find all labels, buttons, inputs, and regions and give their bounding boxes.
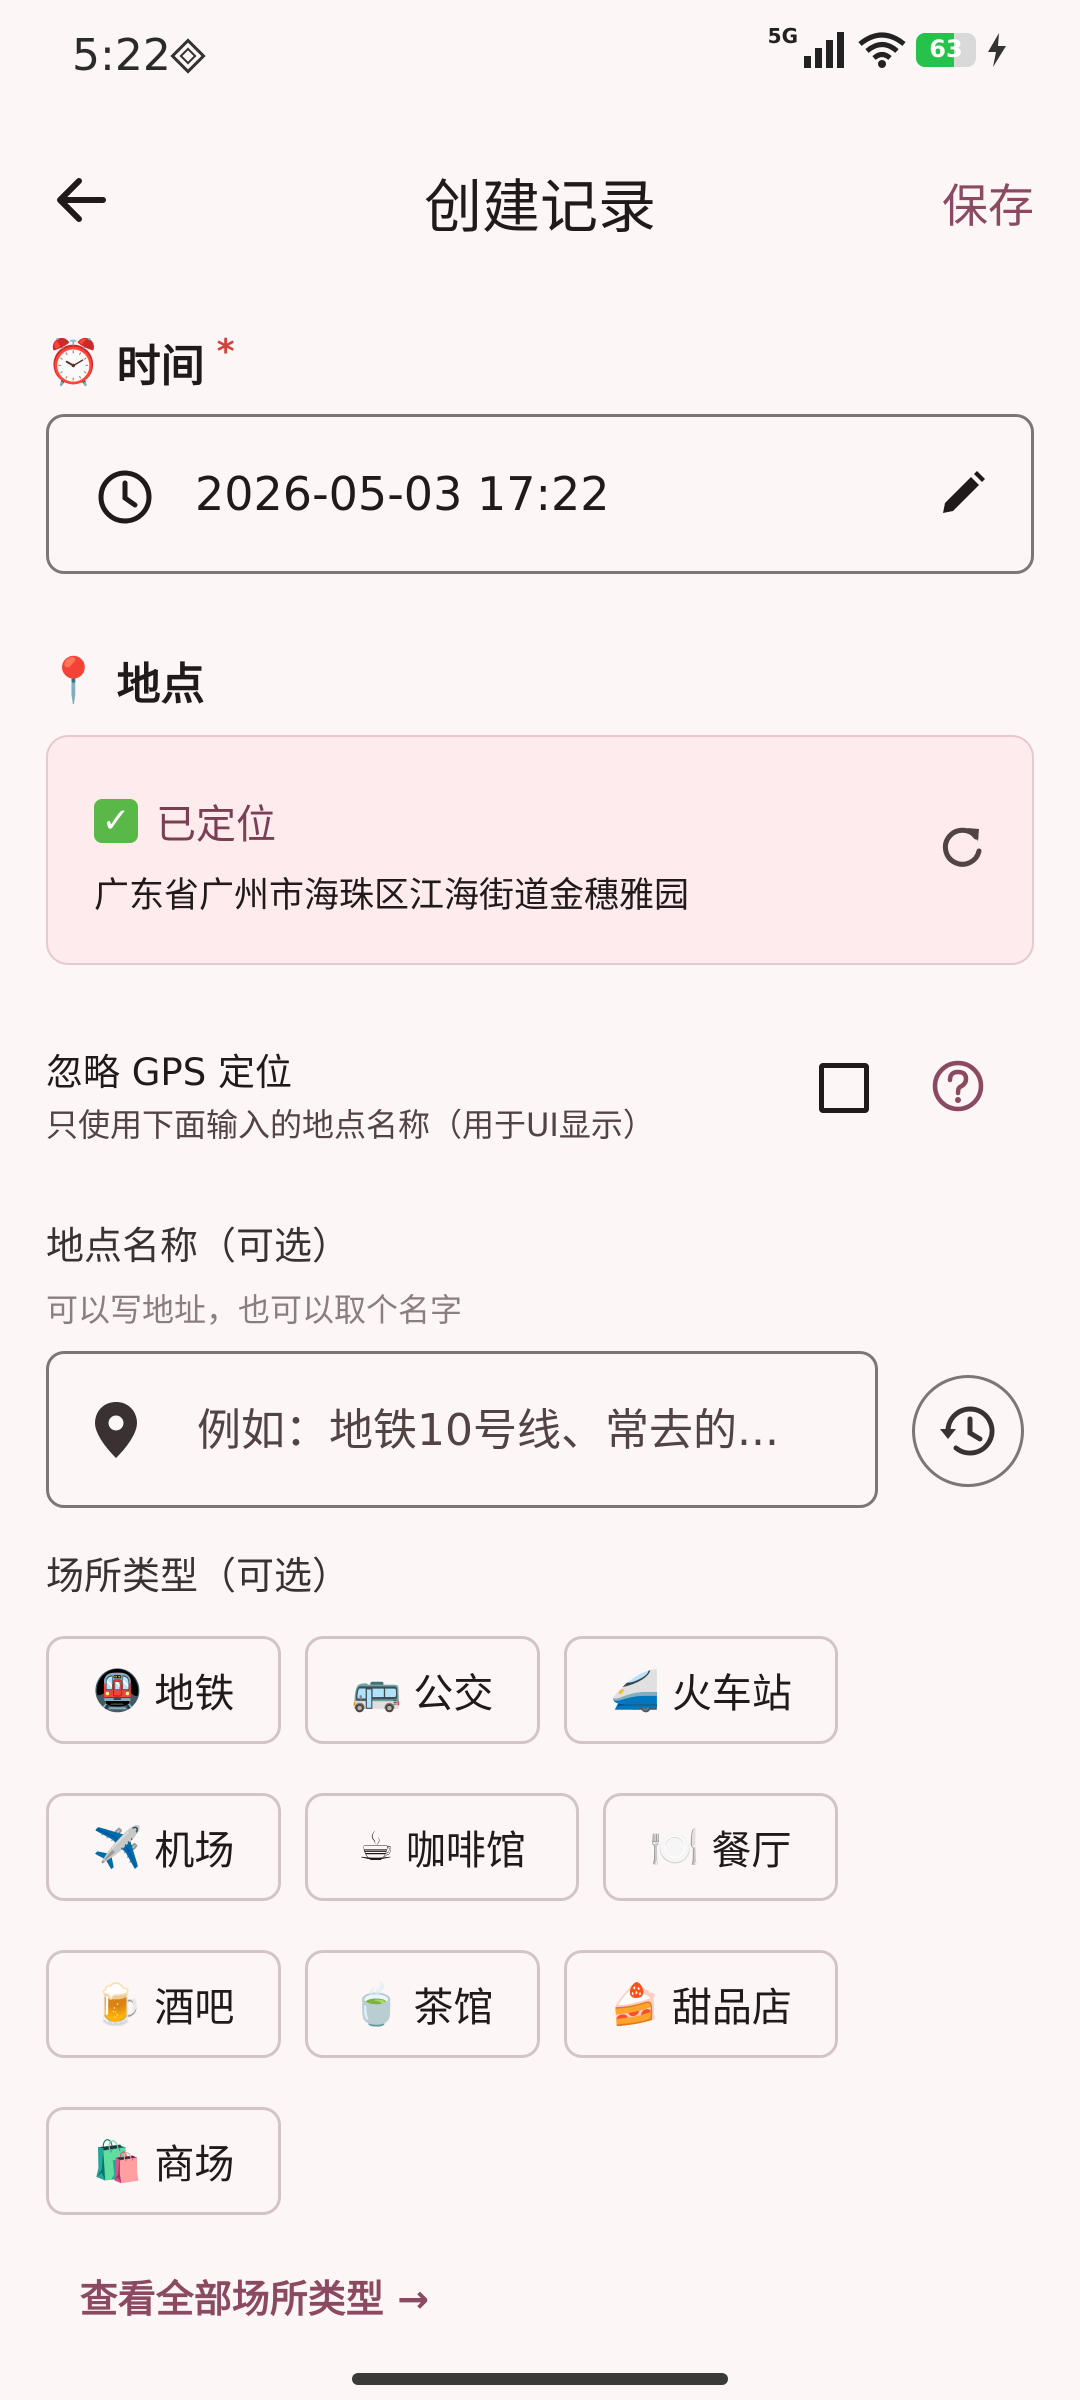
location-heading-label: 地点 <box>116 659 205 710</box>
airplane-icon: ✈️ <box>92 1824 143 1871</box>
location-pin-icon <box>95 1402 137 1458</box>
place-name-label: 地点名称（可选） <box>46 1224 351 1268</box>
time-picker-field[interactable]: 2026-05-03 17:22 <box>46 414 1034 574</box>
battery-level: 63 <box>929 35 963 63</box>
history-button[interactable] <box>912 1375 1024 1487</box>
home-indicator[interactable] <box>352 2373 728 2385</box>
refresh-icon[interactable] <box>938 823 986 871</box>
chip-label: 咖啡馆 <box>405 1828 526 1874</box>
venue-chip-mall[interactable]: 🛍️ 商场 <box>46 2107 281 2215</box>
time-heading-label: 时间 <box>116 341 205 392</box>
venue-chip-train-station[interactable]: 🚄 火车站 <box>564 1636 838 1744</box>
charging-bolt-icon <box>988 33 1006 67</box>
chip-label: 酒吧 <box>154 1985 235 2031</box>
location-status-card: ✓ 已定位 广东省广州市海珠区江海街道金穗雅园 <box>46 735 1034 965</box>
signal-icon <box>804 32 844 68</box>
location-section-heading: 📍 地点 <box>46 648 205 712</box>
ignore-gps-subtitle: 只使用下面输入的地点名称（用于UI显示） <box>46 1106 655 1144</box>
help-icon[interactable] <box>930 1058 986 1114</box>
time-section-heading: ⏰ 时间 * <box>46 330 235 394</box>
view-all-venue-types-link[interactable]: 查看全部场所类型 → <box>80 2268 429 2323</box>
plate-icon: 🍽️ <box>649 1824 700 1871</box>
venue-chip-cafe[interactable]: ☕ 咖啡馆 <box>305 1793 579 1901</box>
chip-label: 公交 <box>413 1671 494 1717</box>
coffee-icon: ☕ <box>358 1824 394 1870</box>
venue-chip-bus[interactable]: 🚌 公交 <box>305 1636 540 1744</box>
venue-chip-subway[interactable]: 🚇 地铁 <box>46 1636 281 1744</box>
notification-diamond-icon <box>170 38 206 74</box>
status-icons: 5G 63 <box>768 24 1008 68</box>
history-icon <box>940 1406 995 1456</box>
venue-chip-restaurant[interactable]: 🍽️ 餐厅 <box>603 1793 838 1901</box>
ignore-gps-title: 忽略 GPS 定位 <box>46 1051 292 1094</box>
alarm-clock-icon: ⏰ <box>46 337 101 388</box>
beer-icon: 🍺 <box>92 1981 143 2028</box>
status-time: 5:22 <box>72 30 171 81</box>
venue-type-label: 场所类型（可选） <box>46 1554 351 1598</box>
location-status: ✓ 已定位 <box>94 792 276 850</box>
chip-label: 甜品店 <box>671 1985 792 2031</box>
venue-chip-bar[interactable]: 🍺 酒吧 <box>46 1950 281 2058</box>
place-name-hint: 可以写地址，也可以取个名字 <box>46 1291 463 1329</box>
chip-label: 地铁 <box>154 1671 235 1717</box>
pin-emoji-icon: 📍 <box>46 655 101 706</box>
network-type: 5G <box>767 24 798 48</box>
venue-chip-dessert[interactable]: 🍰 甜品店 <box>564 1950 838 2058</box>
clock-icon <box>98 470 152 524</box>
edit-pencil-icon[interactable] <box>937 469 987 519</box>
cake-icon: 🍰 <box>610 1981 660 2028</box>
wifi-icon <box>858 32 906 68</box>
time-value: 2026-05-03 17:22 <box>195 467 610 521</box>
page-title: 创建记录 <box>423 173 656 241</box>
place-name-input[interactable] <box>195 1394 839 1466</box>
check-mark-icon: ✓ <box>94 799 138 843</box>
chip-label: 火车站 <box>671 1671 792 1717</box>
place-name-field[interactable] <box>46 1351 878 1508</box>
location-status-label: 已定位 <box>156 802 276 848</box>
chip-label: 机场 <box>154 1828 235 1874</box>
venue-chip-teahouse[interactable]: 🍵 茶馆 <box>305 1950 540 2058</box>
bus-icon: 🚌 <box>351 1667 402 1714</box>
train-icon: 🚄 <box>610 1667 660 1714</box>
chip-label: 商场 <box>154 2142 235 2188</box>
required-mark: * <box>216 332 235 372</box>
chip-label: 茶馆 <box>413 1985 494 2031</box>
tea-icon: 🍵 <box>351 1981 402 2028</box>
save-button[interactable]: 保存 <box>942 170 1034 236</box>
location-address: 广东省广州市海珠区江海街道金穗雅园 <box>94 876 690 916</box>
venue-chip-airport[interactable]: ✈️ 机场 <box>46 1793 281 1901</box>
ignore-gps-checkbox[interactable] <box>819 1063 869 1113</box>
battery-indicator: 63 <box>916 33 976 67</box>
chip-label: 餐厅 <box>711 1828 792 1874</box>
shopping-bags-icon: 🛍️ <box>92 2138 143 2185</box>
subway-icon: 🚇 <box>92 1667 143 1714</box>
